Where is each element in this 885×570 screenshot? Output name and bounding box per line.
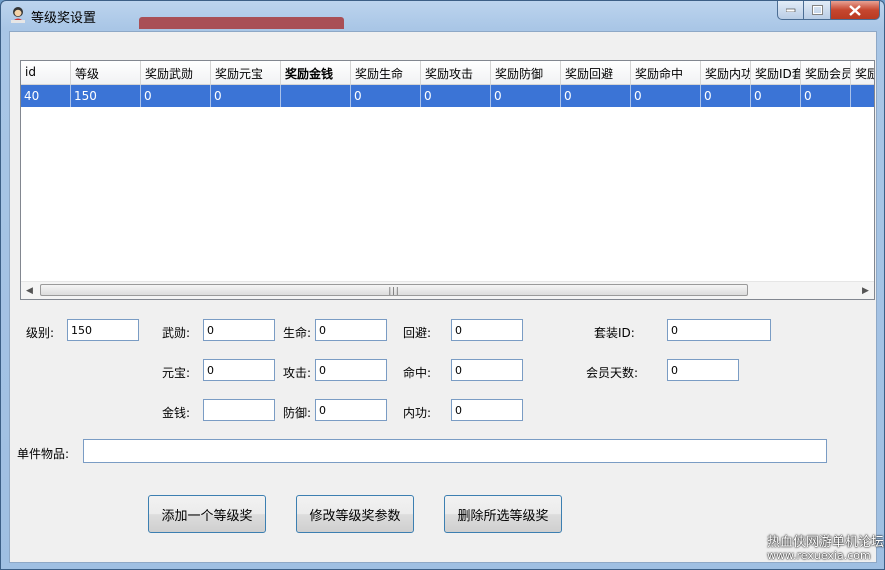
horizontal-scrollbar[interactable]: ◀ ||| ▶ (21, 281, 874, 299)
cell-level: 150 (71, 85, 141, 107)
neigong-input[interactable]: 0 (451, 399, 523, 421)
column-header-id[interactable]: id (21, 61, 71, 85)
minimize-button[interactable] (777, 1, 804, 20)
hp-input[interactable]: 0 (315, 319, 387, 341)
scroll-right-icon[interactable]: ▶ (857, 282, 874, 299)
single-item-input[interactable] (83, 439, 827, 463)
attack-input[interactable]: 0 (315, 359, 387, 381)
column-header-reward-defense[interactable]: 奖励防御 (491, 61, 561, 85)
yuanbao-input[interactable]: 0 (203, 359, 275, 381)
delete-level-reward-button[interactable]: 删除所选等级奖 (444, 495, 562, 533)
minimize-icon (785, 8, 795, 12)
column-header-reward-hit[interactable]: 奖励命中 (631, 61, 701, 85)
cell-id: 40 (21, 85, 71, 107)
app-icon (9, 5, 27, 23)
add-level-reward-button[interactable]: 添加一个等级奖 (148, 495, 266, 533)
yuanbao-label: 元宝: (162, 366, 191, 380)
level-input[interactable]: 150 (67, 319, 139, 341)
hit-label: 命中: (403, 366, 432, 380)
scroll-left-icon[interactable]: ◀ (21, 282, 38, 299)
money-input[interactable] (203, 399, 275, 421)
cell-reward-vip: 0 (801, 85, 851, 107)
set-id-input[interactable]: 0 (667, 319, 771, 341)
evade-label: 回避: (403, 326, 432, 340)
close-icon (849, 4, 861, 16)
watermark-url: www.rexuexia.com (767, 549, 871, 562)
cell-reward-wuxun: 0 (141, 85, 211, 107)
hit-input[interactable]: 0 (451, 359, 523, 381)
client-area: id 等级 奖励武勋 奖励元宝 奖励金钱 奖励生命 奖励攻击 奖励防御 奖励回避… (9, 31, 877, 563)
vip-days-label: 会员天数: (586, 366, 639, 380)
attack-label: 攻击: (283, 366, 312, 380)
cell-reward-set-id: 0 (751, 85, 801, 107)
watermark: 热血侠网游单机论坛 www.rexuexia.com (767, 536, 884, 562)
column-header-level[interactable]: 等级 (71, 61, 141, 85)
column-header-reward-vip[interactable]: 奖励会员 (801, 61, 851, 85)
set-id-label: 套装ID: (594, 326, 635, 340)
cell-reward-money (281, 85, 351, 107)
neigong-label: 内功: (403, 406, 432, 420)
window-title: 等级奖设置 (31, 11, 97, 26)
hp-label: 生命: (283, 326, 312, 340)
cell-reward-more (851, 85, 874, 107)
column-header-reward-money[interactable]: 奖励金钱 (281, 61, 351, 85)
cell-reward-attack: 0 (421, 85, 491, 107)
column-header-reward-hp[interactable]: 奖励生命 (351, 61, 421, 85)
column-header-reward-set-id[interactable]: 奖励ID套 (751, 61, 801, 85)
app-window: 等级奖设置 id 等级 奖励武勋 奖励元宝 奖励金钱 奖励生命 奖励攻击 奖励防… (0, 0, 885, 570)
watermark-title: 热血侠网游单机论坛 (767, 535, 885, 550)
table-header: id 等级 奖励武勋 奖励元宝 奖励金钱 奖励生命 奖励攻击 奖励防御 奖励回避… (21, 61, 874, 85)
wuxun-input[interactable]: 0 (203, 319, 275, 341)
column-header-reward-evade[interactable]: 奖励回避 (561, 61, 631, 85)
close-button[interactable] (831, 1, 880, 20)
cell-reward-neigong: 0 (701, 85, 751, 107)
table-row[interactable]: 40 150 0 0 0 0 0 0 0 0 0 0 (21, 85, 874, 107)
evade-input[interactable]: 0 (451, 319, 523, 341)
column-header-reward-more[interactable]: 奖励 (851, 61, 874, 85)
column-header-reward-attack[interactable]: 奖励攻击 (421, 61, 491, 85)
cell-reward-hit: 0 (631, 85, 701, 107)
title-decoration (139, 17, 344, 29)
single-item-label: 单件物品: (17, 447, 70, 461)
column-header-reward-neigong[interactable]: 奖励内功 (701, 61, 751, 85)
cell-reward-yuanbao: 0 (211, 85, 281, 107)
level-label: 级别: (26, 326, 55, 340)
defense-input[interactable]: 0 (315, 399, 387, 421)
cell-reward-hp: 0 (351, 85, 421, 107)
column-header-reward-wuxun[interactable]: 奖励武勋 (141, 61, 211, 85)
title-bar[interactable]: 等级奖设置 (1, 1, 884, 29)
defense-label: 防御: (283, 406, 312, 420)
level-reward-table[interactable]: id 等级 奖励武勋 奖励元宝 奖励金钱 奖励生命 奖励攻击 奖励防御 奖励回避… (20, 60, 875, 300)
modify-level-reward-button[interactable]: 修改等级奖参数 (296, 495, 414, 533)
wuxun-label: 武勋: (162, 326, 191, 340)
column-header-reward-yuanbao[interactable]: 奖励元宝 (211, 61, 281, 85)
money-label: 金钱: (162, 406, 191, 420)
cell-reward-defense: 0 (491, 85, 561, 107)
maximize-icon (811, 5, 823, 15)
scrollbar-thumb[interactable]: ||| (40, 284, 748, 296)
vip-days-input[interactable]: 0 (667, 359, 739, 381)
cell-reward-evade: 0 (561, 85, 631, 107)
maximize-button[interactable] (804, 1, 831, 20)
